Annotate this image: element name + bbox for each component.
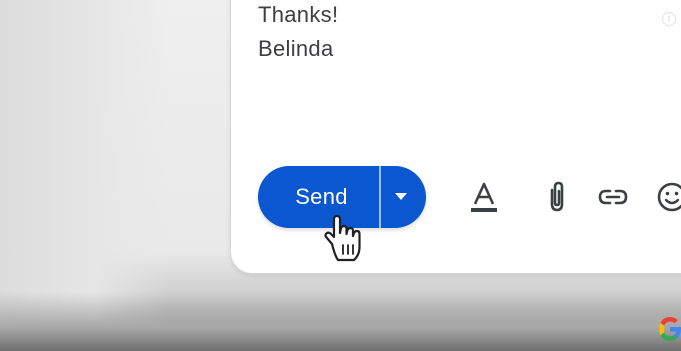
caret-down-icon	[395, 193, 407, 200]
message-body-line-signature: Belinda	[258, 36, 334, 61]
info-icon[interactable]: i	[662, 12, 676, 26]
send-options-button[interactable]	[381, 166, 426, 228]
background-shade-bottom	[0, 292, 681, 351]
paperclip-icon[interactable]	[540, 180, 574, 214]
link-icon[interactable]	[596, 180, 630, 214]
text-format-icon[interactable]	[467, 180, 501, 214]
hand-pointer-icon	[324, 214, 361, 262]
google-logo-icon	[659, 317, 681, 341]
screen: Thanks! Belinda i Send	[0, 0, 681, 351]
message-body-line-thanks: Thanks!	[258, 2, 339, 27]
emoji-icon[interactable]	[655, 180, 681, 214]
